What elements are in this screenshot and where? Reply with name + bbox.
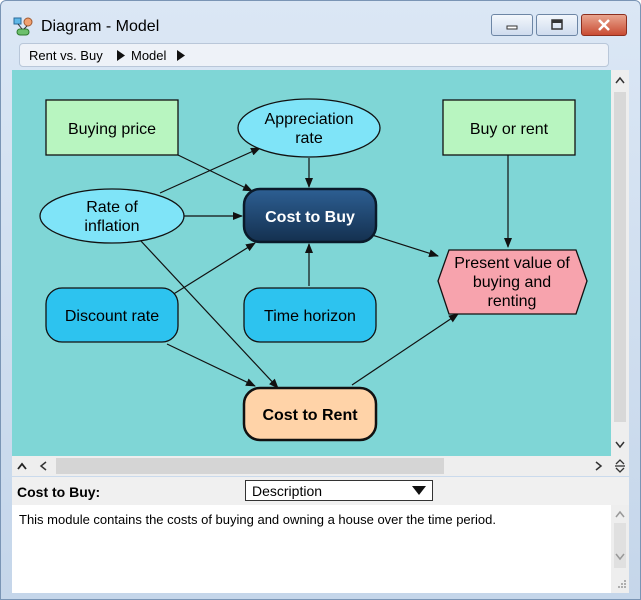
- node-discount-rate-label: Discount rate: [65, 308, 159, 325]
- scroll-up-icon[interactable]: [615, 76, 625, 84]
- scroll-down-icon[interactable]: [615, 441, 625, 449]
- scroll-up-icon[interactable]: [615, 510, 625, 518]
- breadcrumb-arrow-icon[interactable]: [176, 50, 186, 61]
- description-vertical-scrollbar[interactable]: [611, 505, 629, 593]
- breadcrumb-arrow-icon[interactable]: [116, 50, 126, 61]
- maximize-button[interactable]: [536, 14, 578, 36]
- breadcrumb-item-rent-vs-buy[interactable]: Rent vs. Buy: [29, 48, 103, 63]
- diagram-canvas[interactable]: Buying price Appreciation rate Buy or re…: [12, 70, 611, 456]
- window-title: Diagram - Model: [41, 18, 160, 35]
- description-textarea[interactable]: This module contains the costs of buying…: [12, 505, 611, 593]
- attribute-dropdown-value: Description: [252, 483, 323, 499]
- node-time-horizon-label: Time horizon: [264, 308, 356, 325]
- node-rate-of-inflation-label-line1: Rate of: [86, 199, 138, 216]
- node-present-value[interactable]: Present value of buying and renting: [437, 249, 588, 315]
- attribute-dropdown[interactable]: Description: [245, 480, 433, 501]
- arrow-buying-price-to-cost-to-buy: [177, 154, 253, 192]
- scroll-right-icon[interactable]: [595, 461, 603, 471]
- arrow-discount-to-cost-to-rent: [166, 343, 256, 387]
- scroll-down-icon[interactable]: [615, 553, 625, 561]
- node-cost-to-buy[interactable]: Cost to Buy: [242, 187, 378, 244]
- arrow-cost-to-buy-to-present-value: [371, 234, 439, 258]
- node-buy-or-rent[interactable]: Buy or rent: [442, 99, 576, 156]
- breadcrumb-item-model[interactable]: Model: [131, 48, 166, 63]
- resize-grip-icon[interactable]: [615, 577, 627, 589]
- diagram-horizontal-scrollbar[interactable]: [12, 456, 629, 476]
- diagram-vertical-scrollbar[interactable]: [611, 70, 629, 456]
- close-icon: [598, 19, 610, 31]
- diagram-window: Diagram - Model Rent vs. Buy Model Buyin…: [0, 0, 641, 600]
- node-cost-to-rent[interactable]: Cost to Rent: [242, 386, 378, 442]
- description-text: This module contains the costs of buying…: [19, 512, 496, 527]
- attribute-bar: Cost to Buy: Description: [12, 477, 629, 505]
- maximize-icon: [551, 19, 563, 30]
- node-buying-price-label: Buying price: [68, 121, 156, 138]
- node-buying-price[interactable]: Buying price: [45, 99, 179, 156]
- scroll-left-icon[interactable]: [39, 461, 47, 471]
- node-cost-to-buy-label: Cost to Buy: [265, 209, 355, 226]
- node-rate-of-inflation-label-line2: inflation: [84, 218, 139, 235]
- close-button[interactable]: [581, 14, 627, 36]
- node-present-value-label-line3: renting: [488, 293, 537, 310]
- node-appreciation-rate-label-line2: rate: [295, 130, 323, 147]
- dropdown-arrow-icon: [412, 486, 426, 495]
- arrow-discount-to-cost-to-buy: [171, 242, 256, 296]
- minimize-button[interactable]: [491, 14, 533, 36]
- horizontal-scroll-thumb[interactable]: [56, 458, 444, 474]
- split-resize-icon[interactable]: [614, 458, 626, 474]
- selected-node-label: Cost to Buy:: [17, 484, 101, 500]
- node-appreciation-rate-label-line1: Appreciation: [265, 111, 354, 128]
- node-time-horizon[interactable]: Time horizon: [243, 287, 377, 343]
- diagram-icon: [13, 17, 33, 36]
- minimize-icon: [506, 25, 518, 30]
- node-present-value-label-line2: buying and: [473, 274, 551, 291]
- description-scroll-thumb[interactable]: [614, 523, 626, 568]
- node-cost-to-rent-label: Cost to Rent: [262, 407, 358, 424]
- node-discount-rate[interactable]: Discount rate: [45, 287, 179, 343]
- node-buy-or-rent-label: Buy or rent: [470, 121, 549, 138]
- diagram-svg: Buying price Appreciation rate Buy or re…: [39, 98, 588, 442]
- title-bar[interactable]: Diagram - Model: [1, 1, 640, 41]
- vertical-scroll-thumb[interactable]: [614, 92, 626, 422]
- node-present-value-label-line1: Present value of: [454, 255, 570, 272]
- node-appreciation-rate[interactable]: Appreciation rate: [237, 98, 381, 158]
- breadcrumb: Rent vs. Buy Model: [19, 43, 609, 67]
- node-rate-of-inflation[interactable]: Rate of inflation: [39, 188, 185, 244]
- collapse-up-icon[interactable]: [17, 462, 27, 470]
